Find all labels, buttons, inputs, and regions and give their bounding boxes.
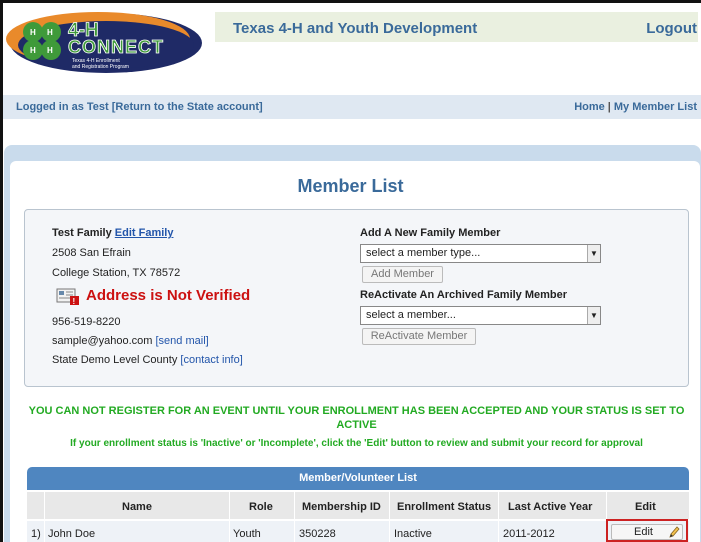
column-divider bbox=[498, 492, 499, 542]
home-link[interactable]: Home bbox=[574, 101, 605, 113]
column-divider bbox=[229, 492, 230, 542]
member-id: 350228 bbox=[299, 528, 336, 540]
member-type-select-value: select a member type... bbox=[366, 247, 481, 259]
member-table-title: Member/Volunteer List bbox=[27, 467, 689, 490]
contact-info-link[interactable]: [contact info] bbox=[180, 354, 242, 366]
family-email-line: sample@yahoo.com [send mail] bbox=[52, 335, 209, 347]
column-header-role: Role bbox=[249, 501, 273, 513]
column-header-edit: Edit bbox=[635, 501, 656, 513]
column-header-last-active-year: Last Active Year bbox=[508, 501, 593, 513]
member-enrollment-status: Inactive bbox=[394, 528, 432, 540]
edit-member-button[interactable]: Edit bbox=[611, 524, 683, 540]
member-type-select[interactable]: select a member type... ▼ bbox=[360, 244, 601, 263]
family-phone: 956-519-8220 bbox=[52, 316, 121, 328]
table-row bbox=[27, 521, 689, 542]
row-index: 1) bbox=[31, 528, 41, 540]
add-member-button[interactable]: Add Member bbox=[362, 266, 443, 283]
family-city-state-zip: College Station, TX 78572 bbox=[52, 267, 181, 279]
column-header-name: Name bbox=[122, 501, 152, 513]
family-name-line: Test Family Edit Family bbox=[52, 227, 173, 239]
family-county: State Demo Level County bbox=[52, 354, 178, 366]
nav-separator: | bbox=[607, 101, 611, 113]
column-divider bbox=[294, 492, 295, 542]
family-street: 2508 San Efrain bbox=[52, 247, 131, 259]
pencil-icon bbox=[669, 526, 680, 538]
column-header-enrollment-status: Enrollment Status bbox=[397, 501, 492, 513]
member-role: Youth bbox=[233, 528, 261, 540]
svg-text:and Registration Program: and Registration Program bbox=[72, 64, 129, 70]
column-header-membership-id: Membership ID bbox=[302, 501, 381, 513]
svg-text:H: H bbox=[30, 28, 36, 37]
site-title: Texas 4-H and Youth Development bbox=[233, 20, 478, 37]
edit-button-label: Edit bbox=[634, 526, 653, 538]
archived-member-select-value: select a member... bbox=[366, 309, 456, 321]
family-email: sample@yahoo.com bbox=[52, 335, 153, 347]
reactivate-member-button[interactable]: ReActivate Member bbox=[362, 328, 476, 345]
logout-link[interactable]: Logout bbox=[646, 20, 697, 37]
enrollment-warning: YOU CAN NOT REGISTER FOR AN EVENT UNTIL … bbox=[28, 405, 685, 431]
add-member-heading: Add A New Family Member bbox=[360, 227, 501, 239]
svg-text:H: H bbox=[47, 46, 53, 55]
family-name: Test Family bbox=[52, 227, 112, 239]
address-not-verified-text: Address is Not Verified bbox=[86, 287, 251, 304]
archived-member-select[interactable]: select a member... ▼ bbox=[360, 306, 601, 325]
edit-family-link[interactable]: Edit Family bbox=[115, 227, 174, 239]
dropdown-arrow-icon[interactable]: ▼ bbox=[587, 245, 600, 262]
4h-connect-logo[interactable]: H H H H 4-H CONNECT Texas 4-H Enrollment… bbox=[6, 9, 204, 75]
column-divider bbox=[389, 492, 390, 542]
logged-in-text[interactable]: Logged in as Test [Return to the State a… bbox=[16, 101, 263, 113]
dropdown-arrow-icon[interactable]: ▼ bbox=[587, 307, 600, 324]
member-last-active-year: 2011-2012 bbox=[503, 528, 555, 540]
nav-links: Home | My Member List bbox=[574, 101, 697, 113]
page-title: Member List bbox=[297, 176, 404, 196]
my-member-list-link[interactable]: My Member List bbox=[614, 101, 697, 113]
svg-text:H: H bbox=[47, 28, 53, 37]
address-warning-icon: ! bbox=[56, 288, 79, 306]
reactivate-heading: ReActivate An Archived Family Member bbox=[360, 289, 568, 301]
svg-text:H: H bbox=[30, 46, 36, 55]
enrollment-instructions: If your enrollment status is 'Inactive' … bbox=[70, 438, 643, 449]
svg-text:!: ! bbox=[73, 297, 76, 306]
family-county-line: State Demo Level County [contact info] bbox=[52, 354, 243, 366]
column-divider bbox=[44, 492, 45, 542]
send-mail-link[interactable]: [send mail] bbox=[156, 335, 209, 347]
svg-text:CONNECT: CONNECT bbox=[68, 37, 164, 57]
member-name: John Doe bbox=[48, 528, 96, 540]
